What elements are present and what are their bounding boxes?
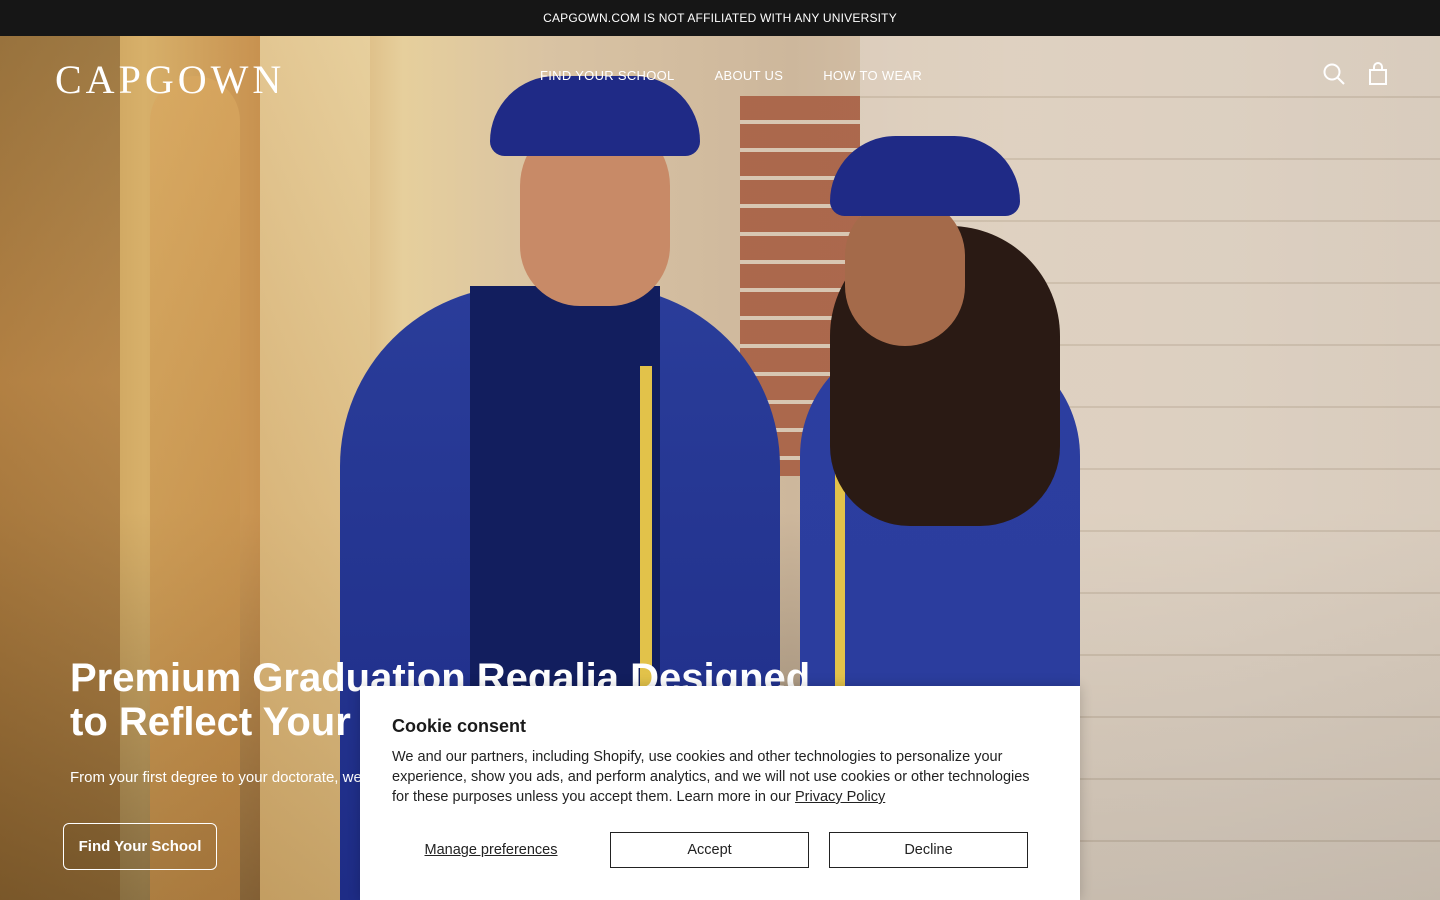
find-your-school-button[interactable]: Find Your School <box>63 823 217 870</box>
search-icon[interactable] <box>1322 62 1348 88</box>
cart-icon[interactable] <box>1366 62 1392 88</box>
cookie-body-text: We and our partners, including Shopify, … <box>392 749 1030 805</box>
manage-preferences-button[interactable]: Manage preferences <box>392 832 590 868</box>
site-logo[interactable]: CAPGOWN <box>55 56 285 103</box>
cookie-title: Cookie consent <box>392 716 527 736</box>
privacy-policy-link[interactable]: Privacy Policy <box>795 789 885 805</box>
graduate-face-right <box>845 196 965 346</box>
nav-how-to-wear[interactable]: HOW TO WEAR <box>823 68 922 83</box>
accept-button[interactable]: Accept <box>610 832 809 868</box>
nav-find-your-school[interactable]: FIND YOUR SCHOOL <box>540 68 675 83</box>
announcement-bar: CAPGOWN.COM IS NOT AFFILIATED WITH ANY U… <box>0 0 1440 36</box>
cookie-actions: Manage preferences Accept Decline <box>392 832 1048 868</box>
graduate-cap-right <box>830 136 1020 216</box>
cookie-consent-dialog: Cookie consent We and our partners, incl… <box>360 686 1080 900</box>
site-header: CAPGOWN FIND YOUR SCHOOL ABOUT US HOW TO… <box>0 36 1440 116</box>
announcement-text: CAPGOWN.COM IS NOT AFFILIATED WITH ANY U… <box>543 11 897 25</box>
main-nav: FIND YOUR SCHOOL ABOUT US HOW TO WEAR <box>540 68 922 83</box>
nav-about-us[interactable]: ABOUT US <box>715 68 784 83</box>
decline-button[interactable]: Decline <box>829 832 1028 868</box>
cookie-text: We and our partners, including Shopify, … <box>392 747 1042 807</box>
